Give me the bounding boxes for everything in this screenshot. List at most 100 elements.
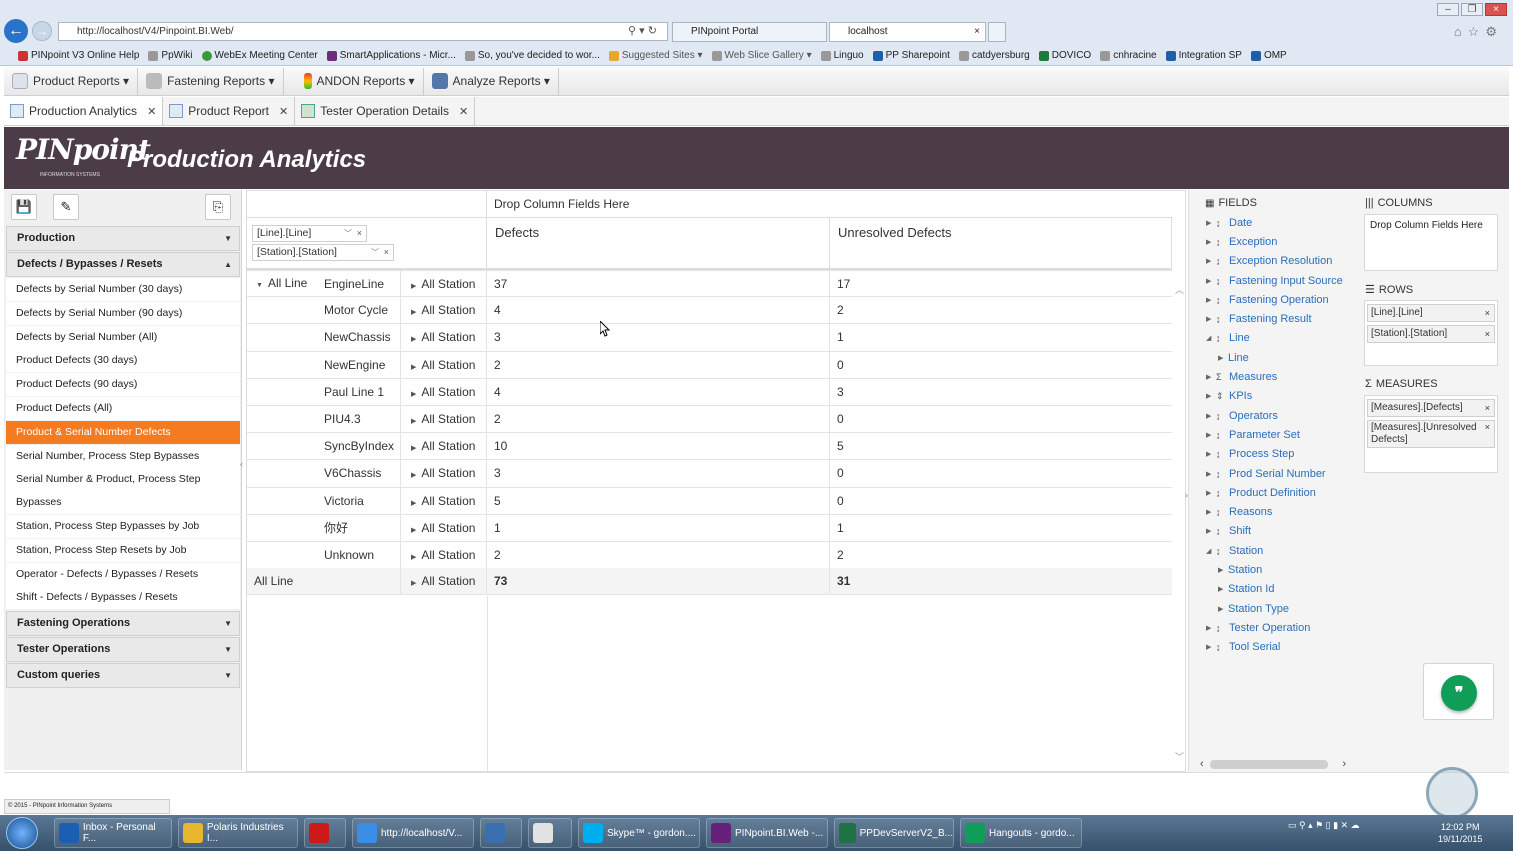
new-tab-button[interactable] — [988, 22, 1006, 42]
close-icon[interactable]: × — [974, 23, 980, 41]
column-header-unresolved-defects[interactable]: Unresolved Defects — [830, 218, 1172, 270]
expand-icon[interactable]: ▶ — [411, 445, 416, 452]
expand-icon[interactable]: ▶ — [1218, 585, 1228, 593]
report-item[interactable]: Shift - Defects / Bypasses / Resets — [6, 586, 240, 610]
browser-tab-pinpoint-portal[interactable]: PINpoint Portal — [672, 22, 827, 42]
expand-icon[interactable]: ◢ — [1206, 334, 1216, 342]
favorite-link[interactable]: So, you've decided to wor... — [464, 50, 600, 61]
restore-button[interactable]: ❐ — [1461, 3, 1483, 16]
expand-icon[interactable]: ▶ — [411, 580, 416, 587]
start-button[interactable] — [6, 817, 38, 849]
tab-product-report[interactable]: Product Report ✕ — [163, 97, 296, 125]
expand-icon[interactable]: ▶ — [1206, 277, 1216, 285]
scroll-left-icon[interactable]: ‹ — [1200, 758, 1204, 770]
visual-studio-task[interactable]: PINpoint.BI.Web -... — [706, 818, 828, 848]
chrome-task[interactable]: Polaris Industries I... — [178, 818, 298, 848]
field-item[interactable]: ▶ ↨ Tester Operation — [1206, 618, 1310, 637]
section-tester-operations[interactable]: Tester Operations ▼ — [6, 637, 240, 662]
field-level-item[interactable]: ▶ Station Id — [1218, 580, 1274, 599]
report-item[interactable]: Operator - Defects / Bypasses / Resets — [6, 563, 240, 587]
field-item[interactable]: ▶ ↨ Parameter Set — [1206, 425, 1300, 444]
section-fastening-operations[interactable]: Fastening Operations ▼ — [6, 611, 240, 636]
favorite-link[interactable]: PP Sharepoint — [872, 50, 950, 61]
station-expander[interactable]: ▶ All Station — [401, 460, 487, 487]
scrollbar-thumb[interactable] — [1209, 759, 1329, 769]
column-drop-zone[interactable]: Drop Column Fields Here — [487, 191, 1173, 218]
favorite-link[interactable]: PINpoint V3 Online Help — [18, 50, 139, 61]
favorite-link[interactable]: Integration SP — [1165, 50, 1242, 61]
expand-icon[interactable]: ▶ — [1206, 296, 1216, 304]
field-item[interactable]: ▶ ↨ Fastening Result — [1206, 310, 1312, 329]
ie-task[interactable]: http://localhost/V... — [352, 818, 474, 848]
station-expander[interactable]: ▶ All Station — [401, 568, 487, 595]
section-defects-bypasses-resets[interactable]: Defects / Bypasses / Resets ▲ — [6, 252, 240, 277]
expand-icon[interactable]: ▶ — [411, 364, 416, 371]
report-item-continued[interactable]: Bypasses — [6, 491, 240, 515]
field-level-item[interactable]: ▶ Station Type — [1218, 599, 1289, 618]
expand-icon[interactable]: ▶ — [1206, 489, 1216, 497]
expand-icon[interactable]: ◢ — [1206, 547, 1216, 555]
measures-chip-defects[interactable]: [Measures].[Defects] × — [1367, 399, 1495, 417]
section-production[interactable]: Production ▼ — [6, 226, 240, 251]
favorite-link[interactable]: WebEx Meeting Center — [201, 50, 318, 61]
minimize-button[interactable]: – — [1437, 3, 1459, 16]
expand-icon[interactable]: ▶ — [1206, 508, 1216, 516]
report-item[interactable]: Serial Number & Product, Process Step — [6, 468, 240, 492]
favorite-link[interactable]: OMP — [1250, 50, 1287, 61]
excel-task[interactable]: PPDevServerV2_B... — [834, 818, 954, 848]
station-expander[interactable]: ▶ All Station — [401, 271, 487, 297]
rows-chip-line[interactable]: [Line].[Line] × — [1367, 304, 1495, 322]
collapse-sidebar-icon[interactable]: ‹ — [240, 459, 243, 469]
expand-icon[interactable]: ▶ — [1206, 412, 1216, 420]
expand-icon[interactable]: ▶ — [1206, 392, 1216, 400]
station-expander[interactable]: ▶ All Station — [401, 378, 487, 405]
measures-drop-zone[interactable]: [Measures].[Defects] × [Measures].[Unreso… — [1364, 395, 1498, 473]
favorite-link[interactable]: catdyersburg — [958, 50, 1030, 61]
station-expander[interactable]: ▶ All Station — [401, 433, 487, 460]
close-icon[interactable]: × — [1485, 305, 1490, 321]
close-window-button[interactable]: × — [1485, 3, 1507, 16]
apps-task[interactable] — [528, 818, 572, 848]
close-icon[interactable]: × — [384, 245, 389, 260]
scroll-up-icon[interactable]: ︿ — [1175, 283, 1184, 296]
measures-chip-unresolved[interactable]: [Measures].[Unresolved Defects] × — [1367, 420, 1495, 448]
expand-icon[interactable]: ▶ — [1218, 354, 1228, 362]
close-icon[interactable]: × — [1485, 326, 1490, 342]
opera-task[interactable] — [304, 818, 346, 848]
station-expander[interactable]: ▶ All Station — [401, 406, 487, 433]
expand-icon[interactable]: ▶ — [411, 309, 416, 316]
forward-button[interactable]: → — [32, 21, 52, 41]
expand-icon[interactable]: ▶ — [411, 472, 416, 479]
outlook-task[interactable]: Inbox - Personal F... — [54, 818, 172, 848]
station-expander[interactable]: ▶ All Station — [401, 324, 487, 351]
expand-icon[interactable]: ▶ — [411, 283, 416, 290]
media-task[interactable] — [480, 818, 522, 848]
horizontal-scrollbar[interactable]: ‹ › — [1200, 757, 1346, 771]
back-button[interactable]: ← — [4, 19, 28, 43]
expand-icon[interactable]: ▶ — [1206, 527, 1216, 535]
field-item[interactable]: ▶ ↨ Exception Resolution — [1206, 252, 1332, 271]
home-star-gear-icons[interactable]: ⌂☆⚙ — [1454, 24, 1503, 40]
favorite-link[interactable]: Linguo — [820, 50, 864, 61]
report-item[interactable]: Defects by Serial Number (30 days) — [6, 278, 240, 302]
station-expander[interactable]: ▶ All Station — [401, 542, 487, 569]
field-item[interactable]: ▶ ↨ Date — [1206, 213, 1252, 232]
report-item[interactable]: Product Defects (90 days) — [6, 373, 240, 397]
field-item[interactable]: ▶ ↨ Prod Serial Number — [1206, 464, 1326, 483]
columns-drop-zone[interactable]: Drop Column Fields Here — [1364, 214, 1498, 271]
field-item[interactable]: ▶ ↨ Process Step — [1206, 445, 1294, 464]
all-line-label[interactable]: ▼ All Line — [256, 276, 307, 290]
close-icon[interactable]: × — [357, 226, 362, 241]
hangouts-icon[interactable]: ❞ — [1441, 675, 1477, 711]
station-expander[interactable]: ▶ All Station — [401, 297, 487, 324]
row-field-chip-line[interactable]: [Line].[Line] ﹀ × — [252, 225, 367, 242]
report-item[interactable]: Serial Number, Process Step Bypasses — [6, 445, 240, 469]
browser-tab-localhost[interactable]: localhost × — [829, 22, 986, 42]
field-item[interactable]: ▶ ↨ Exception — [1206, 232, 1277, 251]
column-header-defects[interactable]: Defects — [487, 218, 830, 270]
rows-chip-station[interactable]: [Station].[Station] × — [1367, 325, 1495, 343]
expand-icon[interactable]: ▶ — [1206, 257, 1216, 265]
scroll-down-icon[interactable]: ﹀ — [1175, 750, 1184, 763]
eraser-icon[interactable]: ✎ — [53, 194, 79, 220]
favorite-link[interactable]: PpWiki — [148, 50, 193, 61]
